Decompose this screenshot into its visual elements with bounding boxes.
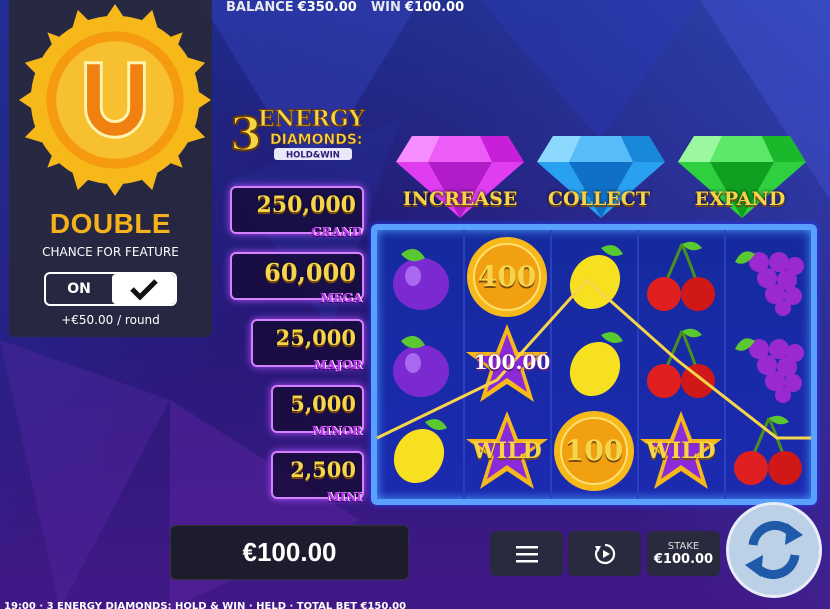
jackpot-minor: 5,000 MINOR (271, 385, 364, 438)
jackpot-amount: 5,000 (290, 391, 356, 416)
double-chance-panel: DOUBLE CHANCE FOR FEATURE ON +€50.00 / r… (9, 0, 212, 337)
svg-text:ENERGY: ENERGY (258, 106, 365, 132)
toggle-on-label[interactable]: ON (46, 274, 112, 304)
jackpot-major: 25,000 MAJOR (251, 319, 364, 372)
reel-grid: 400 WILD 100 WILD (371, 224, 817, 505)
svg-text:DIAMONDS:: DIAMONDS: (270, 132, 363, 148)
jackpot-tier: MINI (326, 490, 362, 504)
win-value: €100.00 (404, 0, 465, 15)
jackpot-tier: MEGA (320, 291, 362, 305)
menu-button[interactable] (490, 531, 563, 576)
gem-label-increase: INCREASE (402, 188, 518, 210)
feature-title: DOUBLE (49, 208, 172, 239)
feature-subtitle: CHANCE FOR FEATURE (42, 245, 179, 259)
footer-status: 19:00 · 3 ENERGY DIAMONDS: HOLD & WIN · … (4, 601, 407, 609)
jackpot-tier: MINOR (311, 424, 362, 438)
game-logo: 3 ENERGY DIAMONDS: HOLD&WIN (229, 106, 365, 163)
balance: BALANCE €350.00 (226, 0, 357, 15)
balance-value: €350.00 (297, 0, 357, 15)
gem-label-collect: COLLECT (547, 188, 651, 210)
stake-button[interactable]: STAKE €100.00 (647, 531, 720, 576)
autoplay-icon (594, 543, 615, 564)
horseshoe-icon (18, 3, 212, 197)
autoplay-button[interactable] (568, 531, 641, 576)
jackpot-amount: 25,000 (275, 325, 356, 350)
balance-label: BALANCE (226, 0, 294, 15)
jackpot-amount: 250,000 (256, 192, 356, 218)
win-label: WIN (370, 0, 401, 15)
checkmark-icon[interactable] (112, 274, 175, 304)
jackpot-mega: 60,000 MEGA (230, 252, 364, 305)
win: WIN €100.00 (371, 0, 464, 15)
balance-bar: BALANCE €350.00 WIN €100.00 (226, 0, 464, 15)
feature-cost: +€50.00 / round (61, 313, 160, 327)
jackpot-amount: 2,500 (290, 457, 356, 482)
win-display: €100.00 (170, 525, 409, 580)
double-chance-toggle[interactable]: ON (44, 272, 177, 306)
jackpot-tier: GRAND (311, 225, 362, 239)
gem-label-expand: EXPAND (694, 188, 786, 210)
stake-value: €100.00 (653, 551, 714, 567)
line-win-amount: 100.00 (473, 350, 551, 374)
stake-label: STAKE (667, 540, 700, 552)
jackpot-tier: MAJOR (313, 358, 362, 372)
spin-button[interactable] (726, 502, 822, 598)
jackpot-amount: 60,000 (264, 258, 356, 287)
win-line (377, 277, 811, 440)
svg-text:HOLD&WIN: HOLD&WIN (286, 151, 340, 161)
jackpot-grand: 250,000 GRAND (230, 186, 364, 239)
jackpot-mini: 2,500 MINI (271, 451, 364, 504)
menu-icon (515, 545, 538, 562)
spin-icon (745, 521, 803, 579)
